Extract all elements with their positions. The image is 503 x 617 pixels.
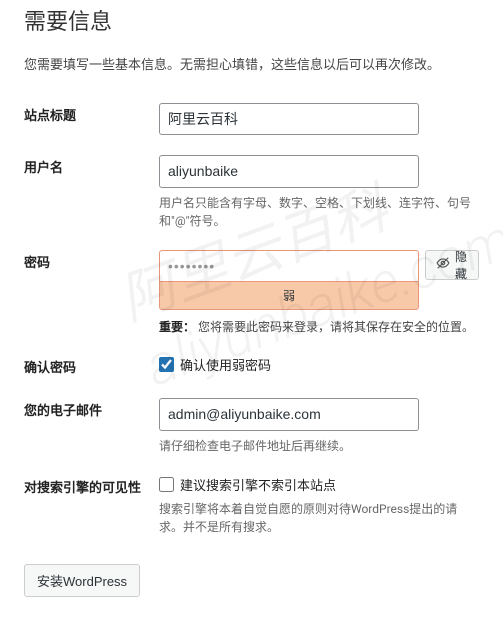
install-button[interactable]: 安装WordPress — [24, 564, 140, 597]
email-hint: 请仔细检查电子邮件地址后再继续。 — [159, 437, 479, 455]
visibility-checkbox[interactable] — [159, 477, 174, 492]
page-heading: 需要信息 — [24, 0, 479, 36]
visibility-label: 对搜索引擎的可见性 — [24, 465, 159, 546]
visibility-checkbox-label: 建议搜索引擎不索引本站点 — [180, 475, 336, 494]
password-important: 重要： 您将需要此密码来登录，请将其保存在安全的位置。 — [159, 318, 479, 335]
eye-slash-icon — [436, 256, 450, 273]
site-title-input[interactable] — [159, 103, 419, 135]
install-form: 站点标题 用户名 用户名只能含有字母、数字、空格、下划线、连字符、句号和"@"符… — [24, 93, 479, 546]
password-label: 密码 — [24, 240, 159, 345]
username-label: 用户名 — [24, 145, 159, 239]
hide-button-label: 隐藏 — [454, 248, 468, 282]
password-strength: 弱 — [159, 281, 419, 310]
username-hint: 用户名只能含有字母、数字、空格、下划线、连字符、句号和"@"符号。 — [159, 194, 479, 230]
username-input[interactable] — [159, 155, 419, 187]
email-label: 您的电子邮件 — [24, 388, 159, 464]
hide-password-button[interactable]: 隐藏 — [425, 250, 479, 280]
site-title-label: 站点标题 — [24, 93, 159, 145]
email-input[interactable] — [159, 398, 419, 430]
weak-password-checkbox[interactable] — [159, 357, 174, 372]
confirm-password-label: 确认密码 — [24, 345, 159, 388]
intro-text: 您需要填写一些基本信息。无需担心填错，这些信息以后可以再次修改。 — [24, 54, 479, 73]
visibility-hint: 搜索引擎将本着自觉自愿的原则对待WordPress提出的请求。并不是所有搜求。 — [159, 500, 479, 536]
weak-password-checkbox-label: 确认使用弱密码 — [180, 355, 271, 374]
password-input[interactable] — [159, 250, 419, 281]
